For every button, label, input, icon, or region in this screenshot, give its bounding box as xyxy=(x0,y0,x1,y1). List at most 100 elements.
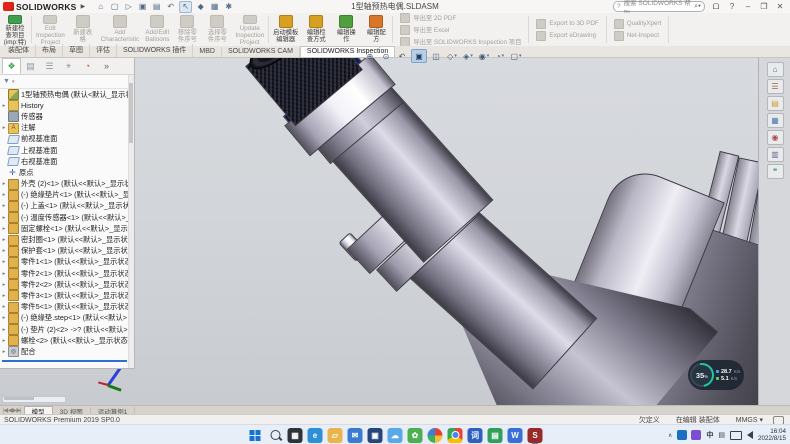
login-user-button[interactable]: ᗝ xyxy=(710,2,722,12)
view-palette-icon[interactable]: ▦ xyxy=(767,113,784,128)
tree-item[interactable]: ▸零件3<1> (默认<<默认>_显示状态 xyxy=(0,290,129,301)
view-orientation-icon[interactable]: ◇▾ xyxy=(445,50,459,62)
appearances-icon[interactable]: ◉ xyxy=(767,130,784,145)
expand-arrow-icon[interactable]: ▸ xyxy=(0,293,8,299)
ribbon-button-add-characteristic[interactable]: AddCharacteristic xyxy=(98,13,143,46)
tab-featuremanager-tree[interactable]: ❖ xyxy=(2,58,21,74)
expand-arrow-icon[interactable]: ▸ xyxy=(0,349,8,355)
rebuild-icon[interactable]: ◆ xyxy=(195,2,206,12)
tree-item[interactable]: ▸(-) 绝缘垫.step<1> (默认<<默认> xyxy=(0,313,129,324)
tray-caret-icon[interactable]: ∧ xyxy=(668,432,672,439)
expand-arrow-icon[interactable]: ▸ xyxy=(0,259,8,265)
monitor-icon[interactable] xyxy=(730,431,742,440)
tree-item[interactable]: ▸零件2<1> (默认<<默认>_显示状态 xyxy=(0,268,129,279)
home-icon[interactable]: ⌂ xyxy=(95,2,106,12)
tab-scroll-buttons[interactable]: |◀ ◀ ▶ ▶| xyxy=(0,407,24,414)
ribbon-button-remove-balloons[interactable]: 移除零件序号 xyxy=(172,13,202,46)
ribbon-button-add-edit-balloons[interactable]: Add/EditBalloons xyxy=(142,13,172,46)
expand-arrow-icon[interactable]: ▸ xyxy=(0,125,8,131)
taskbar-icon-photos[interactable]: ▣ xyxy=(368,428,383,443)
edit-appearance-icon[interactable]: ◔▾ xyxy=(493,50,507,62)
tree-item[interactable]: 传感器 xyxy=(0,111,129,122)
select-cursor-icon[interactable]: ↖ xyxy=(179,1,192,13)
expand-arrow-icon[interactable]: ▸ xyxy=(0,248,8,254)
tree-item[interactable]: ▸外壳 (2)<1> (默认<<默认>_显示状 xyxy=(0,179,129,190)
help-button[interactable]: ? xyxy=(726,2,738,12)
filter-icon[interactable]: ▼ xyxy=(3,78,10,85)
save-icon[interactable]: ▣ xyxy=(137,2,148,12)
print-icon[interactable]: ▤ xyxy=(151,2,162,12)
ime-indicator[interactable]: 中 xyxy=(706,430,713,440)
previous-view-icon[interactable]: ↶ xyxy=(395,50,409,62)
ribbon-row-button[interactable]: Net-Inspect xyxy=(614,31,662,41)
view-settings-icon[interactable]: ▢▾ xyxy=(509,50,523,62)
ribbon-row-button[interactable]: Export to 3D PDF xyxy=(536,19,598,29)
expand-arrow-icon[interactable]: ▸ xyxy=(0,271,8,277)
zoom-to-area-icon[interactable]: ⊙ xyxy=(379,50,393,62)
taskbar-icon-chrome[interactable] xyxy=(448,428,463,443)
taskbar-icon-task-view[interactable]: ▦ xyxy=(288,428,303,443)
tree-item[interactable]: ▸(-) 绝缘垫片<1> (默认<<默认>_显 xyxy=(0,190,129,201)
undo-icon[interactable]: ↶ xyxy=(165,2,176,12)
taskbar-icon-wps-app[interactable]: W xyxy=(508,428,523,443)
tree-filter-row[interactable]: ▼▾ xyxy=(0,75,134,89)
tree-item[interactable]: ▸◎配合 xyxy=(0,346,129,357)
tree-horizontal-scrollbar[interactable] xyxy=(2,396,66,403)
ribbon-row-button[interactable]: 导出至 SOLIDWORKS Inspection 项目 xyxy=(400,37,521,47)
expand-arrow-icon[interactable]: ▸ xyxy=(0,315,8,321)
hide-show-items-icon[interactable]: ◉▾ xyxy=(477,50,491,62)
tree-item[interactable]: ▸零件1<1> (默认<<默认>_显示状态 xyxy=(0,257,129,268)
section-view-icon[interactable]: ▣ xyxy=(411,49,427,63)
expand-arrow-icon[interactable]: ▸ xyxy=(0,327,8,333)
tree-item[interactable]: ▸密封圈<1> (默认<<默认>_显示状 xyxy=(0,234,129,245)
tab-displaymanager[interactable]: ◔ xyxy=(78,58,97,74)
expand-arrow-icon[interactable]: ▸ xyxy=(0,203,8,209)
resources-icon[interactable]: ⌂ xyxy=(767,62,784,77)
tab-solidworks-cam[interactable]: SOLIDWORKS CAM xyxy=(222,47,300,57)
tree-item[interactable]: ▸固定螺栓<1> (默认<<默认>_显示状 xyxy=(0,223,129,234)
tree-item[interactable]: 上视基准面 xyxy=(0,145,129,156)
close-button[interactable]: ✕ xyxy=(774,2,786,12)
tree-item[interactable]: ▸(-) 上盖<1> (默认<<默认>_显示状 xyxy=(0,201,129,212)
ribbon-row-button[interactable]: 导出至 2D PDF xyxy=(400,13,521,23)
tray-clock[interactable]: 16:04 2022/8/15 xyxy=(758,428,786,442)
expand-arrow-icon[interactable]: ▸ xyxy=(0,304,8,310)
security-icon[interactable] xyxy=(691,430,701,440)
tab-propertymanager[interactable]: ▤ xyxy=(21,58,40,74)
tab-overflow[interactable]: » xyxy=(97,58,116,74)
new-document-icon[interactable]: ▢ xyxy=(109,2,120,12)
taskbar-icon-notes-app[interactable]: ▤ xyxy=(488,428,503,443)
taskbar-icon-green-app[interactable]: ✿ xyxy=(408,428,423,443)
display-settings-icon[interactable]: ▦ xyxy=(209,2,220,12)
expand-arrow-icon[interactable]: ▸ xyxy=(0,181,8,187)
expand-arrow-icon[interactable]: ▸ xyxy=(0,192,8,198)
expand-arrow-icon[interactable]: ▸ xyxy=(0,282,8,288)
tree-item[interactable]: ▸零件2<2> (默认<<默认>_显示状态 xyxy=(0,279,129,290)
restore-button[interactable]: ❐ xyxy=(758,2,770,12)
ribbon-row-button[interactable]: Export eDrawing xyxy=(536,31,598,41)
ribbon-button-new-inspection-project[interactable]: 新建检查项目(imp:特) xyxy=(0,13,30,46)
tree-item[interactable]: ▸零件5<1> (默认<<默认>_显示状态 xyxy=(0,302,129,313)
taskbar-icon-mail[interactable]: ✉ xyxy=(348,428,363,443)
zoom-to-fit-icon[interactable]: ⊕ xyxy=(363,50,377,62)
taskbar-icon-search[interactable] xyxy=(268,428,283,443)
tree-item[interactable]: ▸(-) 温度传感器<1> (默认<<默认>_ xyxy=(0,212,129,223)
ribbon-button-edit-operation[interactable]: 编辑操作 xyxy=(331,13,361,46)
options-gear-icon[interactable]: ✱ xyxy=(223,2,234,12)
ribbon-button-update-inspection-project[interactable]: UpdateInspectionProject xyxy=(232,13,267,46)
ribbon-row-button[interactable]: QualityXpert xyxy=(614,19,662,29)
ribbon-button-edit-recipe[interactable]: 编辑配方 xyxy=(361,13,391,46)
tree-item[interactable]: ▸History xyxy=(0,100,129,111)
display-style-icon[interactable]: ◈▾ xyxy=(461,50,475,62)
performance-overlay[interactable]: 35% 28.7K/s 5.1K/s xyxy=(688,360,744,390)
tree-item[interactable]: 1型轴预热电偶 (默认<默认_显示状态-1> xyxy=(0,89,129,100)
tree-item[interactable]: ▸(-) 垫片 (2)<2> ->? (默认<<默认> xyxy=(0,324,129,335)
taskbar-icon-color-wheel-app[interactable] xyxy=(428,428,443,443)
forum-icon[interactable]: ❝ xyxy=(767,164,784,179)
taskbar-icon-file-explorer[interactable]: ▱ xyxy=(328,428,343,443)
taskbar-icon-solidworks-app[interactable]: S xyxy=(528,428,543,443)
expand-arrow-icon[interactable]: ▸ xyxy=(0,338,8,344)
tab-装配体[interactable]: 装配体 xyxy=(2,44,36,57)
speaker-icon[interactable] xyxy=(747,431,753,439)
taskbar-icon-edge[interactable]: e xyxy=(308,428,323,443)
